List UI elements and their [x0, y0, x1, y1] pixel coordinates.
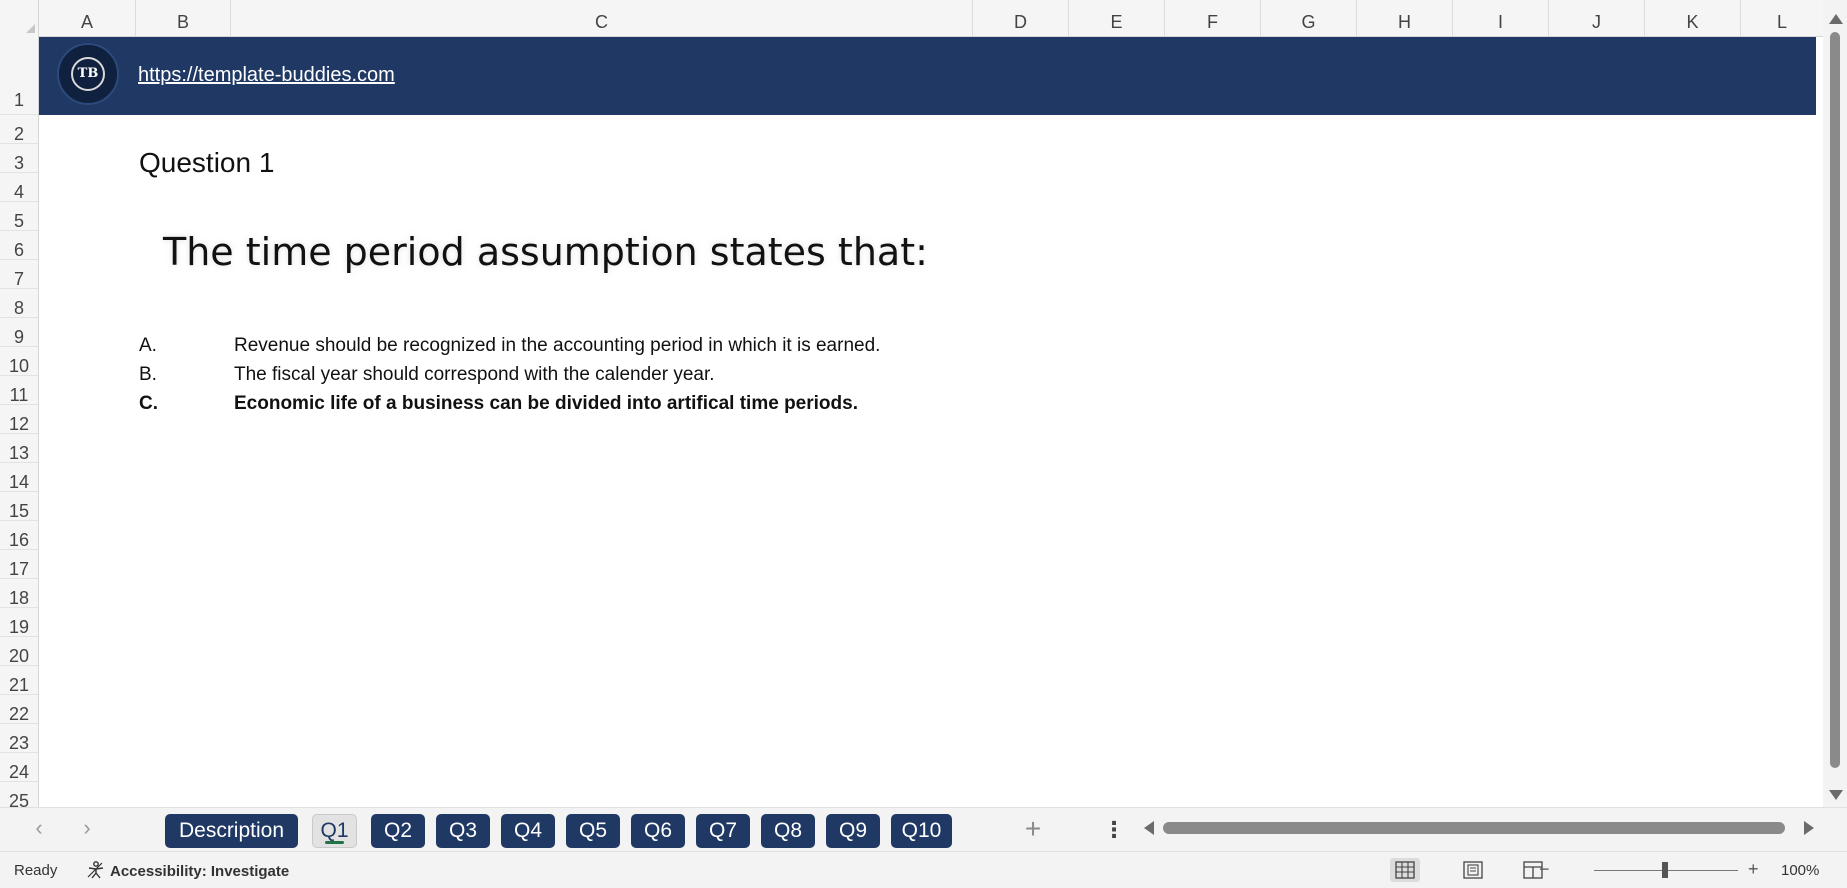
horizontal-scrollbar[interactable] [1142, 818, 1816, 838]
page-layout-view-button[interactable] [1458, 858, 1488, 882]
column-header-a[interactable]: A [39, 0, 136, 36]
chevron-left-icon[interactable]: ‹ [29, 816, 49, 840]
row-header-7[interactable]: 7 [0, 260, 38, 289]
row-header-22[interactable]: 22 [0, 695, 38, 724]
row-header-20[interactable]: 20 [0, 637, 38, 666]
row-header-9[interactable]: 9 [0, 318, 38, 347]
column-header-l[interactable]: L [1741, 0, 1823, 36]
column-header-i[interactable]: I [1453, 0, 1549, 36]
column-header: A B C D E F G H I J K L [0, 0, 1823, 37]
column-header-b[interactable]: B [136, 0, 231, 36]
vertical-scrollbar[interactable] [1823, 0, 1847, 807]
row-header-12[interactable]: 12 [0, 405, 38, 434]
answer-b-letter: B. [139, 364, 157, 385]
tab-q10[interactable]: Q10 [891, 814, 952, 848]
zoom-level[interactable]: 100% [1781, 862, 1819, 879]
answer-c-text: Economic life of a business can be divid… [234, 393, 858, 414]
tab-q6[interactable]: Q6 [631, 814, 685, 848]
website-link[interactable]: https://template-buddies.com [138, 64, 395, 87]
column-header-d[interactable]: D [973, 0, 1069, 36]
tab-q7[interactable]: Q7 [696, 814, 750, 848]
tab-q5[interactable]: Q5 [566, 814, 620, 848]
row-header-19[interactable]: 19 [0, 608, 38, 637]
zoom-slider-thumb[interactable] [1662, 862, 1668, 878]
tab-q8[interactable]: Q8 [761, 814, 815, 848]
row-header-3[interactable]: 3 [0, 144, 38, 173]
column-header-e[interactable]: E [1069, 0, 1165, 36]
tab-q9[interactable]: Q9 [826, 814, 880, 848]
scroll-right-arrow-icon[interactable] [1804, 821, 1814, 835]
accessibility-icon [87, 861, 104, 879]
row-header-21[interactable]: 21 [0, 666, 38, 695]
header-banner: TB https://template-buddies.com [39, 37, 1816, 115]
answer-a-text: Revenue should be recognized in the acco… [234, 335, 881, 356]
row-header-5[interactable]: 5 [0, 202, 38, 231]
tab-description[interactable]: Description [165, 814, 298, 848]
plus-icon[interactable]: + [1018, 814, 1048, 844]
vertical-scroll-thumb[interactable] [1830, 32, 1840, 768]
row-header-4[interactable]: 4 [0, 173, 38, 202]
row-header-11[interactable]: 11 [0, 376, 38, 405]
select-all-button[interactable] [0, 0, 39, 36]
logo-monogram: TB [71, 57, 105, 91]
sheet-tabs-bar: ‹ › Description Q1 Q2 Q3 Q4 Q5 Q6 Q7 Q8 … [0, 807, 1847, 852]
grid-view-icon [1395, 861, 1415, 879]
answer-a-letter: A. [139, 335, 157, 356]
column-header-f[interactable]: F [1165, 0, 1261, 36]
accessibility-label: Accessibility: Investigate [110, 863, 290, 880]
column-header-j[interactable]: J [1549, 0, 1645, 36]
logo: TB [57, 43, 119, 105]
row-header-8[interactable]: 8 [0, 289, 38, 318]
row-header-14[interactable]: 14 [0, 463, 38, 492]
row-header-17[interactable]: 17 [0, 550, 38, 579]
tab-q1[interactable]: Q1 [312, 814, 357, 848]
tab-q3[interactable]: Q3 [436, 814, 490, 848]
column-header-k[interactable]: K [1645, 0, 1741, 36]
column-header-c[interactable]: C [231, 0, 973, 36]
tab-q2[interactable]: Q2 [371, 814, 425, 848]
row-header-10[interactable]: 10 [0, 347, 38, 376]
plus-icon[interactable]: + [1748, 859, 1759, 880]
column-header-g[interactable]: G [1261, 0, 1357, 36]
tab-q4[interactable]: Q4 [501, 814, 555, 848]
scroll-up-arrow-icon[interactable] [1829, 14, 1843, 24]
worksheet-grid[interactable]: TB https://template-buddies.com Question… [39, 37, 1816, 807]
answer-b-text: The fiscal year should correspond with t… [234, 364, 715, 385]
minus-icon[interactable]: − [1539, 859, 1550, 880]
status-bar: Ready Accessibility: Investigate − + 100… [0, 851, 1847, 888]
row-header-25[interactable]: 25 [0, 782, 38, 807]
row-header-1[interactable]: 1 [0, 36, 38, 115]
row-header-2[interactable]: 2 [0, 115, 38, 144]
row-header-24[interactable]: 24 [0, 753, 38, 782]
row-header-16[interactable]: 16 [0, 521, 38, 550]
row-header-13[interactable]: 13 [0, 434, 38, 463]
row-header-18[interactable]: 18 [0, 579, 38, 608]
horizontal-scroll-thumb[interactable] [1163, 822, 1785, 834]
question-heading: Question 1 [139, 147, 275, 178]
chevron-right-icon[interactable]: › [77, 816, 97, 840]
answer-c-letter: C. [139, 393, 158, 414]
accessibility-button[interactable]: Accessibility: Investigate [86, 861, 289, 880]
more-vertical-icon[interactable]: ⋮ [1103, 816, 1125, 844]
column-header-h[interactable]: H [1357, 0, 1453, 36]
row-header: 1 2 3 4 5 6 7 8 9 10 11 12 13 14 15 16 1… [0, 36, 39, 807]
status-ready: Ready [14, 862, 58, 879]
row-header-23[interactable]: 23 [0, 724, 38, 753]
scroll-left-arrow-icon[interactable] [1144, 821, 1154, 835]
normal-view-button[interactable] [1390, 858, 1420, 882]
row-header-6[interactable]: 6 [0, 231, 38, 260]
scroll-down-arrow-icon[interactable] [1829, 790, 1843, 800]
question-text: The time period assumption states that: [163, 230, 928, 274]
row-header-15[interactable]: 15 [0, 492, 38, 521]
page-layout-icon [1463, 861, 1483, 879]
